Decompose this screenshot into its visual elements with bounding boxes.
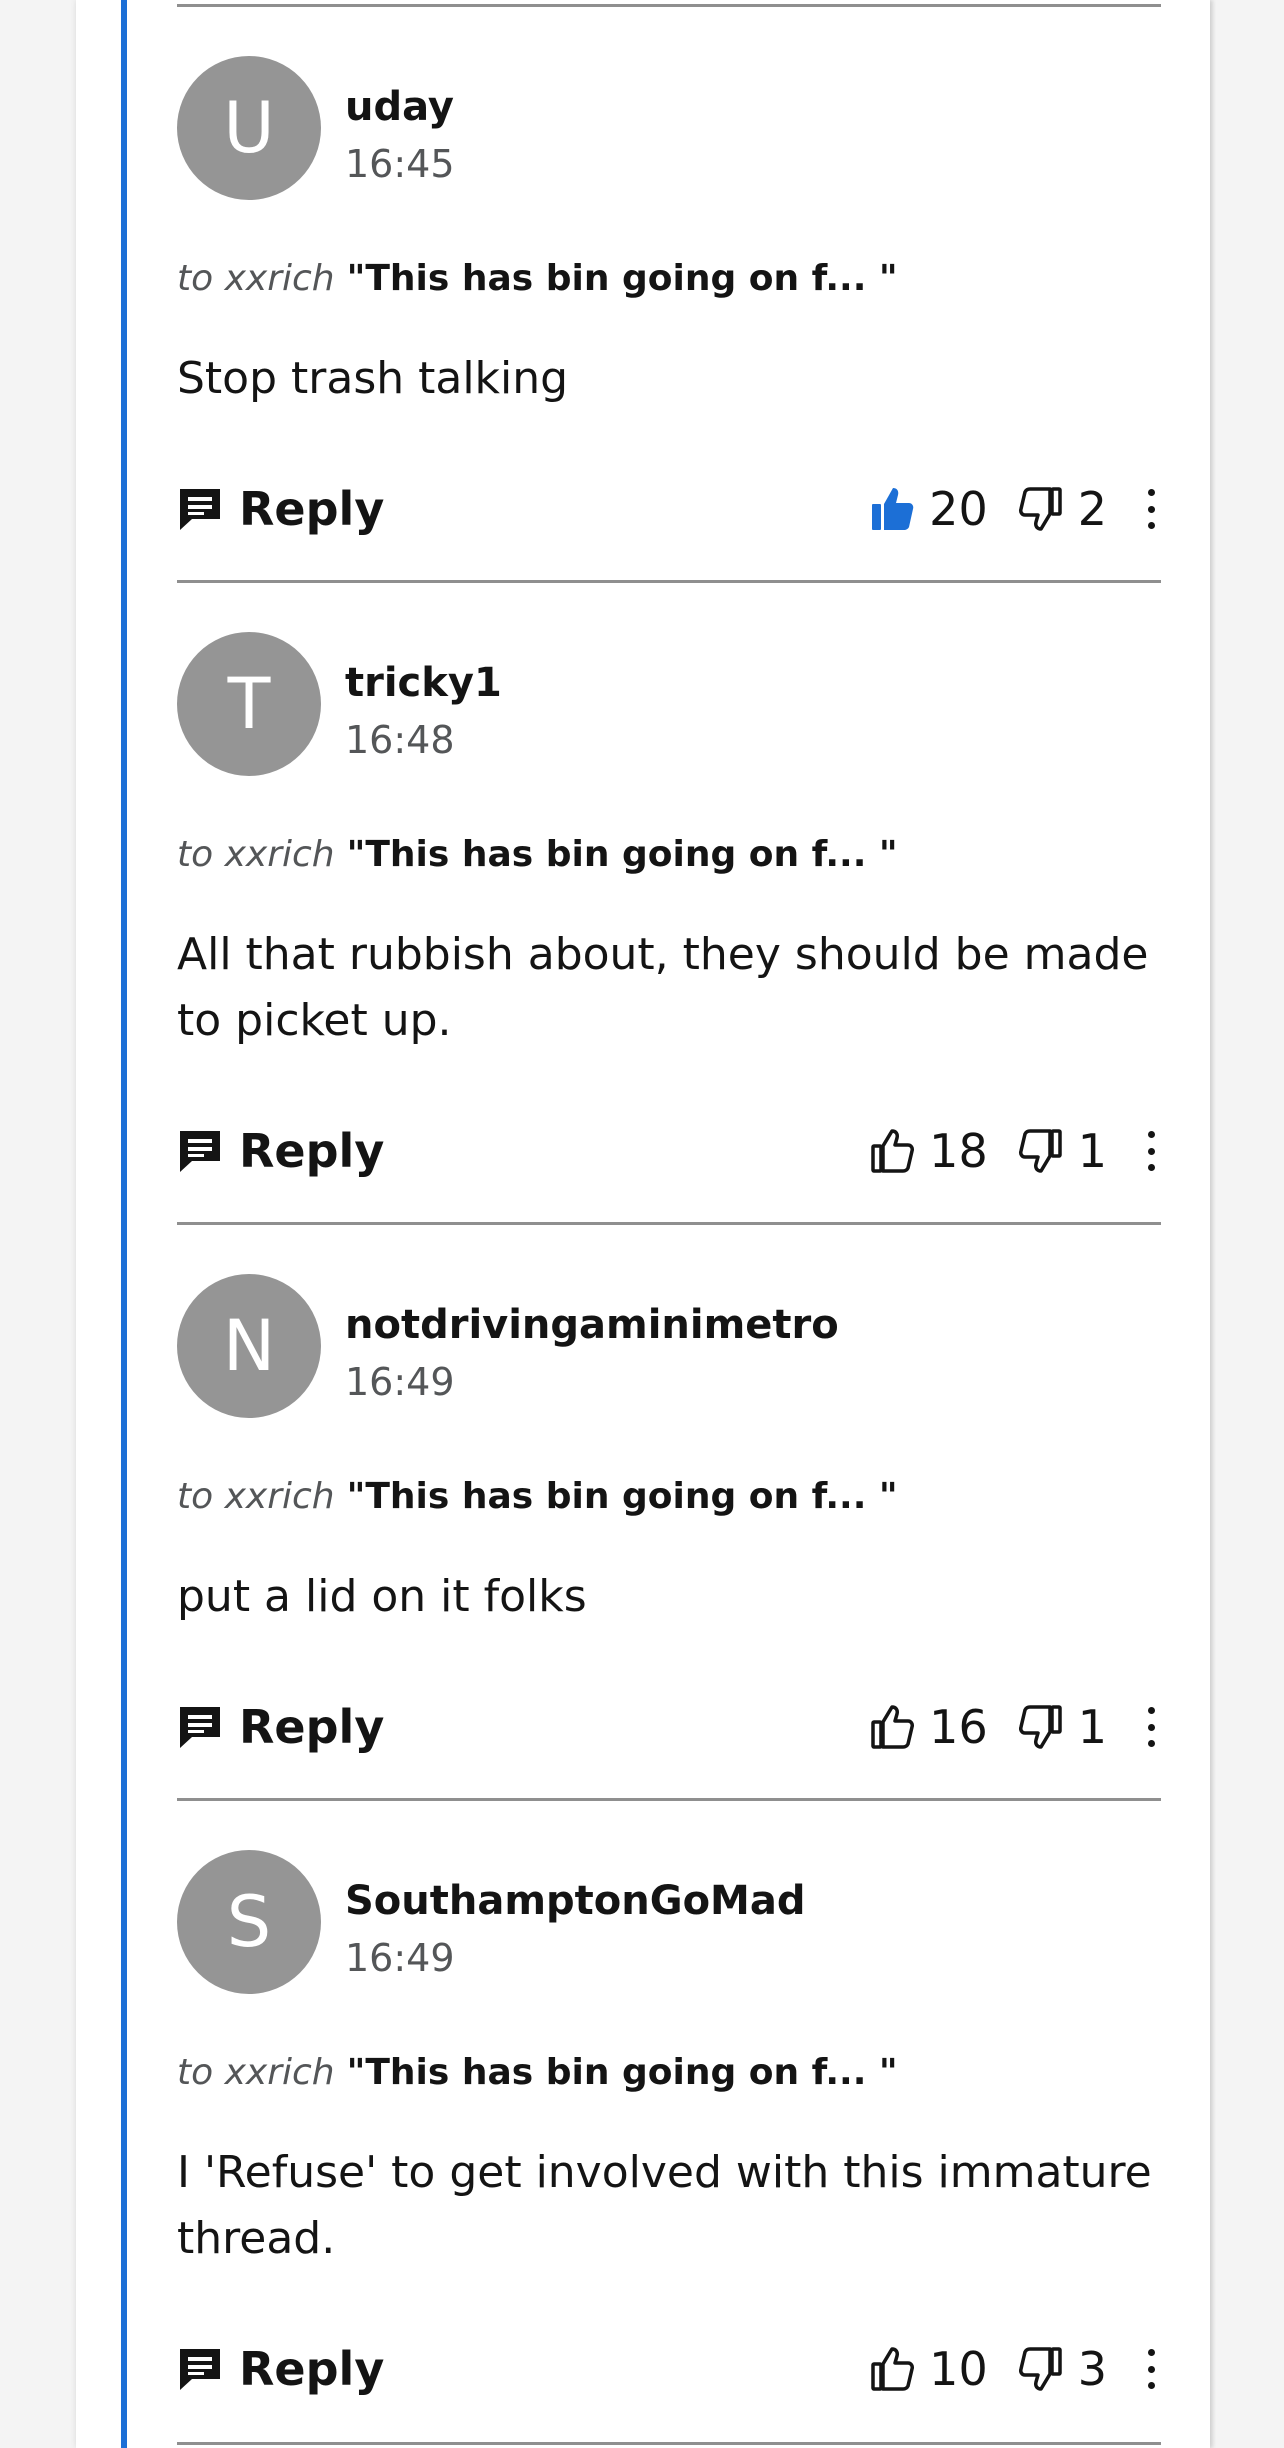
vote-controls: 20 2	[869, 474, 1161, 544]
like-count: 10	[929, 2342, 988, 2396]
thumbs-up-icon	[871, 1129, 915, 1173]
comment-body: Stop trash talking	[177, 353, 569, 404]
speech-bubble-icon	[180, 1707, 220, 1748]
reply-label: Reply	[239, 2342, 385, 2396]
divider	[177, 1222, 1161, 1225]
like-count: 18	[929, 1124, 988, 1178]
timestamp: 16:48	[345, 718, 455, 762]
avatar[interactable]: N	[177, 1274, 321, 1418]
comment-actions: Reply 18 1	[177, 1116, 1161, 1186]
divider	[177, 1798, 1161, 1801]
reply-button[interactable]: Reply	[177, 1116, 384, 1186]
dislike-count: 1	[1077, 1700, 1107, 1754]
quoted-comment-link[interactable]: "This has bin going on f... "	[347, 834, 898, 875]
timestamp: 16:49	[345, 1360, 455, 1404]
reply-context: to xxrich "This has bin going on f... "	[177, 2052, 898, 2093]
thumbs-down-icon	[1018, 2347, 1062, 2391]
reply-to-label: to xxrich	[177, 834, 335, 875]
reply-context: to xxrich "This has bin going on f... "	[177, 834, 898, 875]
thumbs-down-icon	[1018, 1129, 1062, 1173]
timestamp: 16:45	[345, 142, 455, 186]
comment-actions: Reply 20 2	[177, 474, 1161, 544]
divider	[177, 4, 1161, 7]
thumbs-down-icon	[1018, 487, 1062, 531]
thumbs-up-icon	[871, 2347, 915, 2391]
reply-to-label: to xxrich	[177, 1476, 335, 1517]
reply-button[interactable]: Reply	[177, 474, 384, 544]
divider	[177, 2442, 1161, 2445]
more-options-icon[interactable]	[1141, 2349, 1161, 2389]
comment-body: I 'Refuse' to get involved with this imm…	[177, 2147, 1152, 2264]
divider	[177, 580, 1161, 583]
speech-bubble-icon	[180, 489, 220, 530]
like-button[interactable]: 20	[869, 482, 988, 536]
comment-body: put a lid on it folks	[177, 1571, 587, 1622]
dislike-button[interactable]: 1	[1018, 1124, 1107, 1178]
reply-button[interactable]: Reply	[177, 1692, 384, 1762]
avatar[interactable]: T	[177, 632, 321, 776]
username[interactable]: SouthamptonGoMad	[345, 1878, 806, 1924]
comment-body: All that rubbish about, they should be m…	[177, 929, 1149, 1046]
username[interactable]: tricky1	[345, 660, 502, 706]
timestamp: 16:49	[345, 1936, 455, 1980]
reply-thread-indicator	[121, 0, 127, 2448]
like-count: 16	[929, 1700, 988, 1754]
quoted-comment-link[interactable]: "This has bin going on f... "	[347, 1476, 898, 1517]
reply-label: Reply	[239, 482, 385, 536]
like-button[interactable]: 18	[869, 1124, 988, 1178]
username[interactable]: uday	[345, 84, 454, 130]
avatar[interactable]: S	[177, 1850, 321, 1994]
thumbs-up-icon	[871, 1705, 915, 1749]
reply-label: Reply	[239, 1700, 385, 1754]
quoted-comment-link[interactable]: "This has bin going on f... "	[347, 258, 898, 299]
comment-actions: Reply 16 1	[177, 1692, 1161, 1762]
dislike-count: 1	[1077, 1124, 1107, 1178]
vote-controls: 10 3	[869, 2334, 1161, 2404]
speech-bubble-icon	[180, 2349, 220, 2390]
thumbs-up-icon	[872, 488, 914, 530]
username[interactable]: notdrivingaminimetro	[345, 1302, 839, 1348]
like-count: 20	[929, 482, 988, 536]
dislike-button[interactable]: 2	[1018, 482, 1107, 536]
quoted-comment-link[interactable]: "This has bin going on f... "	[347, 2052, 898, 2093]
vote-controls: 18 1	[869, 1116, 1161, 1186]
reply-to-label: to xxrich	[177, 2052, 335, 2093]
reply-context: to xxrich "This has bin going on f... "	[177, 258, 898, 299]
like-button[interactable]: 16	[869, 1700, 988, 1754]
more-options-icon[interactable]	[1141, 1131, 1161, 1171]
reply-to-label: to xxrich	[177, 258, 335, 299]
dislike-count: 2	[1077, 482, 1107, 536]
reply-button[interactable]: Reply	[177, 2334, 384, 2404]
reply-context: to xxrich "This has bin going on f... "	[177, 1476, 898, 1517]
comment-actions: Reply 10 3	[177, 2334, 1161, 2404]
dislike-button[interactable]: 3	[1018, 2342, 1107, 2396]
reply-label: Reply	[239, 1124, 385, 1178]
avatar[interactable]: U	[177, 56, 321, 200]
more-options-icon[interactable]	[1141, 1707, 1161, 1747]
thumbs-down-icon	[1018, 1705, 1062, 1749]
vote-controls: 16 1	[869, 1692, 1161, 1762]
dislike-count: 3	[1077, 2342, 1107, 2396]
like-button[interactable]: 10	[869, 2342, 988, 2396]
dislike-button[interactable]: 1	[1018, 1700, 1107, 1754]
speech-bubble-icon	[180, 1131, 220, 1172]
more-options-icon[interactable]	[1141, 489, 1161, 529]
